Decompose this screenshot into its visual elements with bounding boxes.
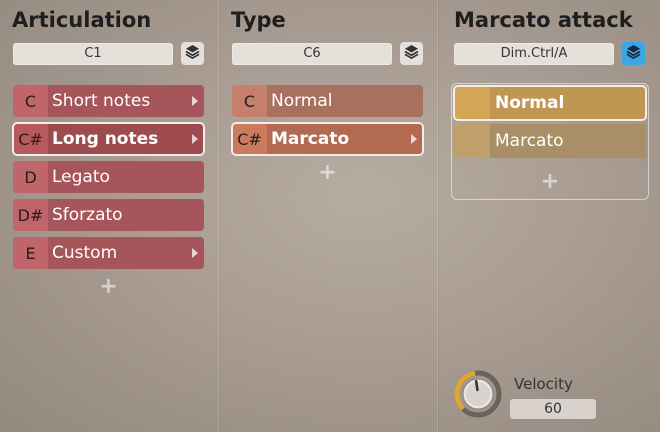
add-type-button[interactable]: +	[232, 161, 423, 185]
item-color-swatch	[454, 124, 490, 158]
type-layers-button[interactable]	[400, 42, 423, 65]
chevron-right-icon[interactable]	[192, 134, 198, 144]
item-label: Custom	[48, 237, 204, 269]
articulation-column: Articulation C1 C Short notes C# Long no…	[0, 0, 218, 432]
item-key: C	[232, 85, 267, 117]
velocity-value-field[interactable]: 60	[510, 399, 596, 419]
articulation-layers-button[interactable]	[181, 42, 204, 65]
layers-icon	[185, 44, 200, 63]
velocity-knob[interactable]	[454, 370, 502, 418]
articulation-item-short-notes[interactable]: C Short notes	[13, 85, 204, 117]
chevron-right-icon[interactable]	[192, 248, 198, 258]
item-label: Short notes	[48, 85, 204, 117]
item-key: C#	[13, 123, 48, 155]
articulation-item-long-notes[interactable]: C# Long notes	[12, 122, 205, 156]
attack-key-field[interactable]: Dim.Ctrl/A	[454, 43, 614, 65]
articulation-item-custom[interactable]: E Custom	[13, 237, 204, 269]
item-color-swatch	[454, 86, 490, 120]
type-title: Type	[231, 8, 286, 32]
item-key: D	[13, 161, 48, 193]
velocity-label: Velocity	[514, 375, 573, 393]
type-column: Type C6 C Normal C# Marcato +	[219, 0, 437, 432]
type-item-normal[interactable]: C Normal	[232, 85, 423, 117]
attack-title: Marcato attack	[454, 8, 633, 32]
attack-item-normal[interactable]: Normal	[453, 85, 647, 121]
chevron-right-icon[interactable]	[411, 134, 417, 144]
layers-icon	[626, 44, 641, 63]
chevron-right-icon[interactable]	[192, 96, 198, 106]
item-label: Normal	[490, 86, 646, 120]
item-key: D#	[13, 199, 48, 231]
item-label: Marcato	[490, 124, 646, 158]
articulation-item-sforzato[interactable]: D# Sforzato	[13, 199, 204, 231]
add-attack-button[interactable]: +	[452, 170, 648, 194]
attack-layers-button[interactable]	[622, 42, 645, 65]
attack-options-panel: Normal Marcato +	[451, 83, 649, 200]
articulation-item-legato[interactable]: D Legato	[13, 161, 204, 193]
layers-icon	[404, 44, 419, 63]
attack-item-marcato[interactable]: Marcato	[454, 124, 646, 158]
add-articulation-button[interactable]: +	[13, 275, 204, 299]
item-key: C#	[232, 123, 267, 155]
articulation-key-field[interactable]: C1	[13, 43, 173, 65]
item-label: Marcato	[267, 123, 423, 155]
type-item-marcato[interactable]: C# Marcato	[231, 122, 424, 156]
item-label: Sforzato	[48, 199, 204, 231]
item-label: Normal	[267, 85, 423, 117]
item-key: C	[13, 85, 48, 117]
attack-column: Marcato attack Dim.Ctrl/A Normal Marcato…	[438, 0, 660, 432]
type-key-field[interactable]: C6	[232, 43, 392, 65]
articulation-title: Articulation	[12, 8, 152, 32]
item-label: Legato	[48, 161, 204, 193]
item-key: E	[13, 237, 48, 269]
item-label: Long notes	[48, 123, 204, 155]
